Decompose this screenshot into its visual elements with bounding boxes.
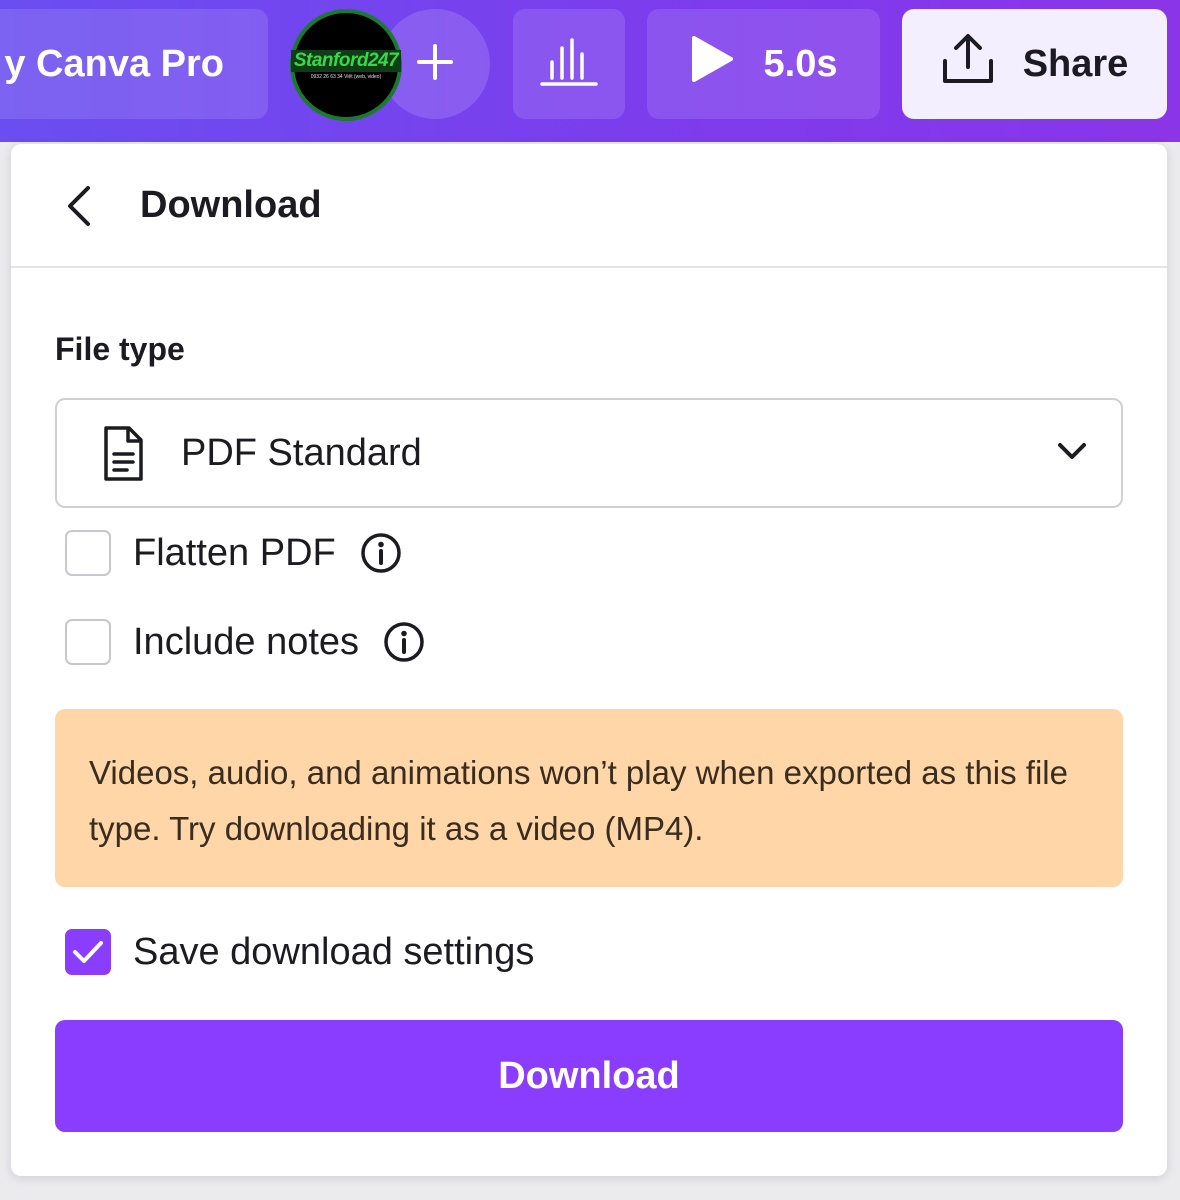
save-settings-option: Save download settings xyxy=(65,927,534,977)
flatten-pdf-option: Flatten PDF xyxy=(65,528,402,578)
user-avatar[interactable]: Stanford247 0932 26 63 34 Việt (web, vid… xyxy=(290,9,402,121)
share-upload-icon xyxy=(941,33,995,95)
present-play-button[interactable]: 5.0s xyxy=(647,9,880,119)
duration-label: 5.0s xyxy=(763,42,838,85)
file-type-label: File type xyxy=(55,331,185,367)
share-label: Share xyxy=(1022,42,1129,85)
back-button[interactable] xyxy=(55,180,103,236)
info-icon[interactable] xyxy=(383,621,425,663)
include-notes-checkbox[interactable] xyxy=(65,619,111,665)
download-panel: Download File type PDF Standard Flatten … xyxy=(11,144,1167,1176)
save-settings-label: Save download settings xyxy=(133,930,535,973)
plus-icon xyxy=(415,42,455,87)
document-icon xyxy=(101,424,145,489)
editor-top-bar: y Canva Pro Stanford247 0932 26 63 34 Vi… xyxy=(0,0,1180,142)
export-warning-banner: Videos, audio, and animations won’t play… xyxy=(55,709,1123,887)
chevron-left-icon xyxy=(64,184,94,233)
file-type-value: PDF Standard xyxy=(181,432,422,474)
try-canva-pro-label: y Canva Pro xyxy=(4,42,224,85)
flatten-pdf-label: Flatten PDF xyxy=(133,531,336,574)
panel-title: Download xyxy=(140,184,322,226)
panel-header: Download xyxy=(11,144,1167,268)
play-icon xyxy=(690,35,734,93)
save-settings-checkbox[interactable] xyxy=(65,929,111,975)
avatar-sub-text: 0932 26 63 34 Việt (web, video) xyxy=(310,74,382,80)
include-notes-label: Include notes xyxy=(133,620,360,663)
file-type-select[interactable]: PDF Standard xyxy=(55,398,1123,508)
chevron-down-icon xyxy=(1057,440,1087,467)
insights-button[interactable] xyxy=(513,9,625,119)
flatten-pdf-checkbox[interactable] xyxy=(65,530,111,576)
avatar-logo-text: Stanford247 xyxy=(290,50,402,72)
include-notes-option: Include notes xyxy=(65,617,425,667)
bar-chart-icon xyxy=(540,37,598,91)
share-button[interactable]: Share xyxy=(902,9,1167,119)
download-button[interactable]: Download xyxy=(55,1020,1123,1132)
checkmark-icon xyxy=(73,941,103,963)
info-icon[interactable] xyxy=(360,532,402,574)
try-canva-pro-button[interactable]: y Canva Pro xyxy=(0,9,268,119)
